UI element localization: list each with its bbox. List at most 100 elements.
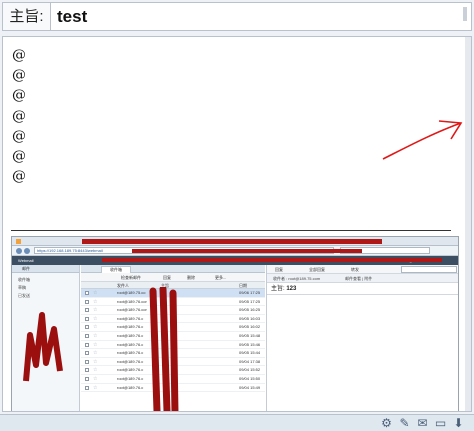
edit-icon[interactable]: ✎ [398, 417, 411, 430]
message-view: 主旨: test @ @ @ @ @ @ @ https://192.168.1… [0, 0, 474, 431]
redaction-scribble-icon [149, 287, 179, 411]
row-checkbox[interactable] [85, 342, 89, 347]
tab-bar: 收件箱 [81, 265, 265, 273]
settings-icon[interactable]: ⚙ [380, 417, 393, 430]
row-checkbox[interactable] [85, 359, 89, 364]
col-date: 日期 [239, 283, 247, 288]
row-date: 09/04 15:49 [239, 384, 261, 390]
row-checkbox[interactable] [85, 334, 89, 338]
subject-scrollbar[interactable] [463, 7, 467, 21]
col-from: 发件人 [117, 283, 129, 288]
subject-label: 主旨: [3, 3, 51, 30]
row-date: 09/05 15:46 [239, 341, 261, 347]
toolbar-delete: 删除 [187, 275, 195, 280]
preview-recipient: 收件者 : root@189.75.com [273, 276, 321, 281]
tab-favicon-icon [16, 239, 21, 244]
row-checkbox[interactable] [85, 308, 89, 313]
window-icon[interactable]: ▭ [434, 417, 447, 430]
row-date: 09/05 16:02 [239, 324, 261, 330]
row-checkbox[interactable] [85, 368, 89, 373]
folder-item: 草稿 [18, 285, 26, 290]
row-from: root@189.76.c [117, 333, 144, 338]
row-from: root@189.76.c [117, 367, 144, 373]
row-date: 09/05 17:25 [239, 298, 261, 304]
body-line: @ [12, 67, 26, 84]
row-from: root@189.76.cor [117, 298, 147, 304]
redaction-mark [132, 249, 362, 253]
preview-subject: 主旨: 123 [267, 284, 458, 295]
folder-item: 已发送 [18, 293, 30, 298]
message-list: 收件箱 检查新邮件 回复 删除 更多... 发件人 主旨 日期 ☆ root@18… [81, 265, 265, 411]
divider [11, 230, 451, 231]
row-from: root@189.76.c [117, 384, 144, 390]
body-scrollbar[interactable] [465, 37, 471, 411]
star-icon[interactable]: ☆ [93, 349, 97, 357]
row-from: root@189.75.co [117, 290, 146, 295]
redaction-mark [102, 258, 442, 262]
row-checkbox[interactable] [85, 325, 89, 330]
redaction-scribble-icon [23, 312, 63, 382]
row-checkbox[interactable] [85, 299, 89, 304]
toolbar-reply: 回复 [163, 275, 171, 280]
star-icon[interactable]: ☆ [93, 306, 97, 314]
preview-search [401, 266, 457, 273]
row-date: 09/05 15:44 [239, 350, 261, 356]
row-date: 09/05 16:03 [239, 315, 261, 321]
row-checkbox[interactable] [85, 385, 89, 390]
preview-reply-all: 全部回复 [309, 267, 325, 272]
row-date: 09/05 16:25 [239, 307, 261, 313]
body-line: @ [12, 47, 26, 63]
body-line: @ [12, 127, 26, 144]
preview-pane: 回复 全部回复 转发 收件者 : root@189.75.com 邮件查看 | … [266, 265, 458, 411]
star-icon[interactable]: ☆ [93, 358, 97, 366]
star-icon[interactable]: ☆ [93, 298, 97, 306]
preview-forward: 转发 [351, 267, 359, 272]
mail-icon[interactable]: ✉ [416, 417, 429, 430]
star-icon[interactable]: ☆ [93, 341, 97, 349]
body-line: @ [12, 87, 26, 104]
preview-toolbar: 回复 全部回复 转发 [267, 265, 458, 274]
row-checkbox[interactable] [85, 377, 89, 381]
row-date: 09/04 15:52 [239, 367, 261, 373]
back-icon [16, 248, 22, 254]
row-from: root@189.76.c [117, 324, 144, 330]
download-icon[interactable]: ⬇ [452, 417, 465, 430]
row-date: 09/05 15:48 [239, 333, 261, 338]
row-from: root@189.76.c [117, 358, 144, 364]
annotation-arrow-icon [382, 120, 463, 160]
row-from: root@189.76.cor [117, 307, 147, 313]
toolbar-more: 更多... [215, 275, 227, 280]
star-icon[interactable]: ☆ [93, 289, 97, 297]
folder-title: 邮件 [12, 265, 79, 273]
star-icon[interactable]: ☆ [93, 366, 97, 374]
folder-pane: 邮件 收件箱 草稿 已发送 [12, 265, 80, 411]
list-toolbar: 检查新邮件 回复 删除 更多... [81, 273, 265, 282]
star-icon[interactable]: ☆ [93, 332, 97, 340]
subject-value[interactable]: test [57, 3, 87, 30]
folder-item: 收件箱 [18, 277, 30, 282]
body-line: @ [12, 168, 26, 185]
embedded-screenshot[interactable]: https://192.168.189.75:8443/webmail Java… [11, 236, 459, 411]
redaction-mark [82, 239, 382, 244]
star-icon[interactable]: ☆ [93, 315, 97, 323]
row-from: root@189.76.c [117, 315, 144, 321]
star-icon[interactable]: ☆ [93, 375, 97, 383]
row-date: 09/04 17:38 [239, 358, 261, 364]
forward-icon [24, 248, 30, 254]
row-checkbox[interactable] [85, 291, 89, 295]
message-body[interactable]: @ @ @ @ @ @ @ https://192.168.189.75:844… [2, 36, 472, 412]
subject-row: 主旨: test [2, 2, 472, 31]
body-line: @ [12, 148, 26, 165]
app-name: Webmail [18, 258, 34, 263]
row-checkbox[interactable] [85, 316, 89, 321]
row-checkbox[interactable] [85, 351, 89, 356]
star-icon[interactable]: ☆ [93, 384, 97, 392]
body-text: @ @ @ @ @ @ @ [12, 45, 26, 186]
body-line: @ [12, 107, 26, 124]
toolbar-check: 检查新邮件 [121, 275, 141, 280]
row-from: root@189.76.c [117, 376, 144, 381]
row-from: root@189.76.c [117, 341, 144, 347]
status-bar: ⚙ ✎ ✉ ▭ ⬇ [0, 414, 474, 431]
star-icon[interactable]: ☆ [93, 323, 97, 331]
row-date: 09/06 17:25 [239, 290, 261, 295]
